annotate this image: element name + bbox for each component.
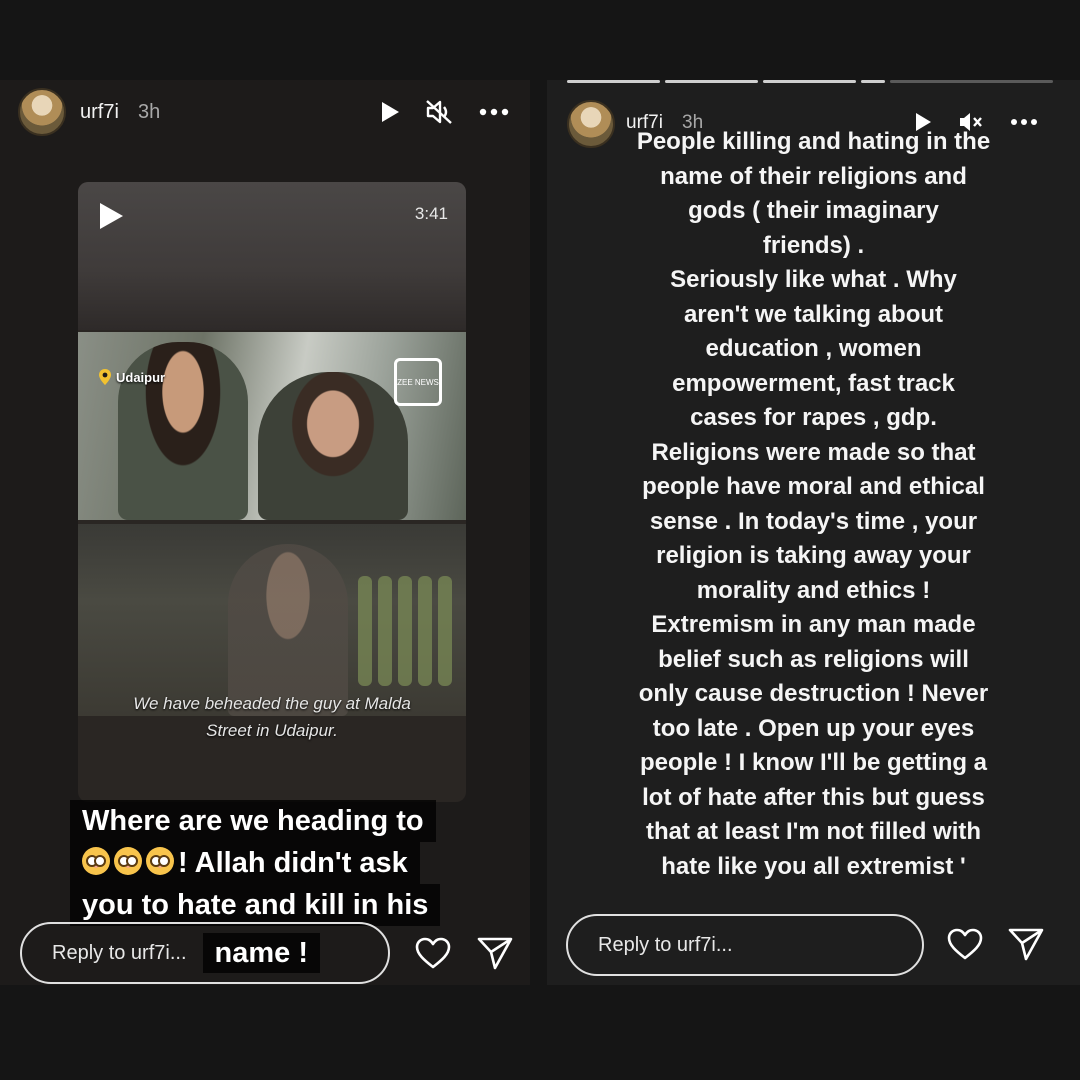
- send-icon[interactable]: [474, 932, 516, 974]
- location-label: Udaipur: [116, 369, 166, 385]
- story-text-line: lot of hate after this but guess: [642, 783, 985, 811]
- story-text-line: People killing and hating in the: [636, 128, 991, 155]
- play-icon[interactable]: [378, 100, 402, 124]
- reply-placeholder: Reply to urf7i...: [598, 933, 733, 956]
- hanging-cloth: [358, 576, 372, 686]
- story-text-line: empowerment, fast track: [672, 369, 955, 397]
- hanging-cloth: [398, 576, 412, 686]
- story-text-line: gods ( their imaginary: [688, 197, 939, 224]
- caption-line: Street in Udaipur.: [206, 721, 338, 740]
- story-panel-right[interactable]: urf7i 3h People killing and hating in th…: [547, 80, 1080, 985]
- story-text-line: that at least I'm not filled with: [645, 818, 982, 845]
- embedded-video-card[interactable]: 3:41 Udaipur ZEE NEWS We have beheaded t…: [78, 182, 466, 802]
- location-pin-icon: [99, 369, 111, 385]
- progress-segment: [567, 80, 660, 83]
- story-text-line: education , women: [705, 335, 922, 362]
- video-frame-shop: [78, 524, 466, 716]
- story-text-line: friends) .: [762, 231, 865, 259]
- channel-logo: ZEE NEWS: [394, 358, 442, 406]
- flushed-face-icon: [146, 847, 174, 875]
- overlay-line: Where are we heading to: [70, 800, 436, 842]
- heart-icon[interactable]: [944, 923, 986, 965]
- overlay-line: you to hate and kill in his: [70, 884, 441, 926]
- story-text-line: Religions were made so that: [651, 438, 976, 466]
- story-text-line: Seriously like what . Why: [670, 266, 957, 293]
- story-text-line: morality and ethics !: [696, 576, 931, 604]
- caption-line: We have beheaded the guy at Malda: [133, 694, 411, 713]
- reply-placeholder: Reply to urf7i...: [52, 941, 187, 964]
- progress-segment: [890, 80, 1053, 83]
- progress-segment: [861, 80, 885, 83]
- story-text-line: sense . In today's time , your: [649, 507, 978, 535]
- reply-input[interactable]: Reply to urf7i...: [566, 914, 924, 976]
- more-icon[interactable]: [478, 100, 510, 124]
- story-text-line: aren't we talking about: [683, 300, 944, 328]
- blurred-frame: [78, 182, 466, 330]
- progress-segment: [665, 80, 758, 83]
- story-text-line: belief such as religions will: [658, 645, 969, 673]
- hanging-cloth: [378, 576, 392, 686]
- story-text-line: only cause destruction ! Never: [638, 680, 989, 707]
- hanging-cloth: [418, 576, 432, 686]
- story-text-line: religion is taking away your: [656, 542, 971, 569]
- location-tag: Udaipur: [98, 368, 165, 386]
- play-icon[interactable]: [96, 200, 126, 237]
- story-text-line: people ! I know I'll be getting a: [639, 749, 988, 776]
- channel-logo-text: ZEE NEWS: [397, 377, 439, 387]
- video-caption: We have beheaded the guy at Malda Street…: [78, 690, 466, 744]
- flushed-face-icon: [114, 847, 142, 875]
- person: [258, 372, 408, 520]
- story-text-line: name of their religions and: [660, 162, 967, 190]
- story-overlay-text: Where are we heading to ! Allah didn't a…: [70, 800, 475, 926]
- story-text-line: people have moral and ethical: [642, 473, 985, 500]
- story-text-block: People killing and hating in the name of…: [547, 125, 1080, 884]
- heart-icon[interactable]: [412, 932, 454, 974]
- flushed-face-icon: [82, 847, 110, 875]
- overlay-line: ! Allah didn't ask: [70, 842, 420, 884]
- video-duration: 3:41: [414, 204, 448, 223]
- overlay-line: name !: [202, 933, 320, 973]
- reply-input[interactable]: Reply to urf7i... name !: [20, 922, 390, 984]
- story-text-line: cases for rapes , gdp.: [690, 404, 937, 431]
- story-text-line: too late . Open up your eyes: [652, 714, 975, 742]
- send-icon[interactable]: [1005, 923, 1047, 965]
- username[interactable]: urf7i: [80, 101, 119, 124]
- overlay-line-text: ! Allah didn't ask: [178, 847, 408, 879]
- timestamp: 3h: [138, 101, 161, 123]
- muted-speaker-icon[interactable]: [424, 98, 454, 126]
- story-text-line: hate like you all extremist ': [661, 852, 966, 880]
- story-panel-left[interactable]: urf7i 3h 3:41 Udaipur ZEE NEWS We have b…: [0, 80, 530, 985]
- progress-segment: [763, 80, 856, 83]
- hanging-cloth: [438, 576, 452, 686]
- avatar[interactable]: [18, 88, 66, 136]
- story-text-line: Extremism in any man made: [651, 611, 976, 638]
